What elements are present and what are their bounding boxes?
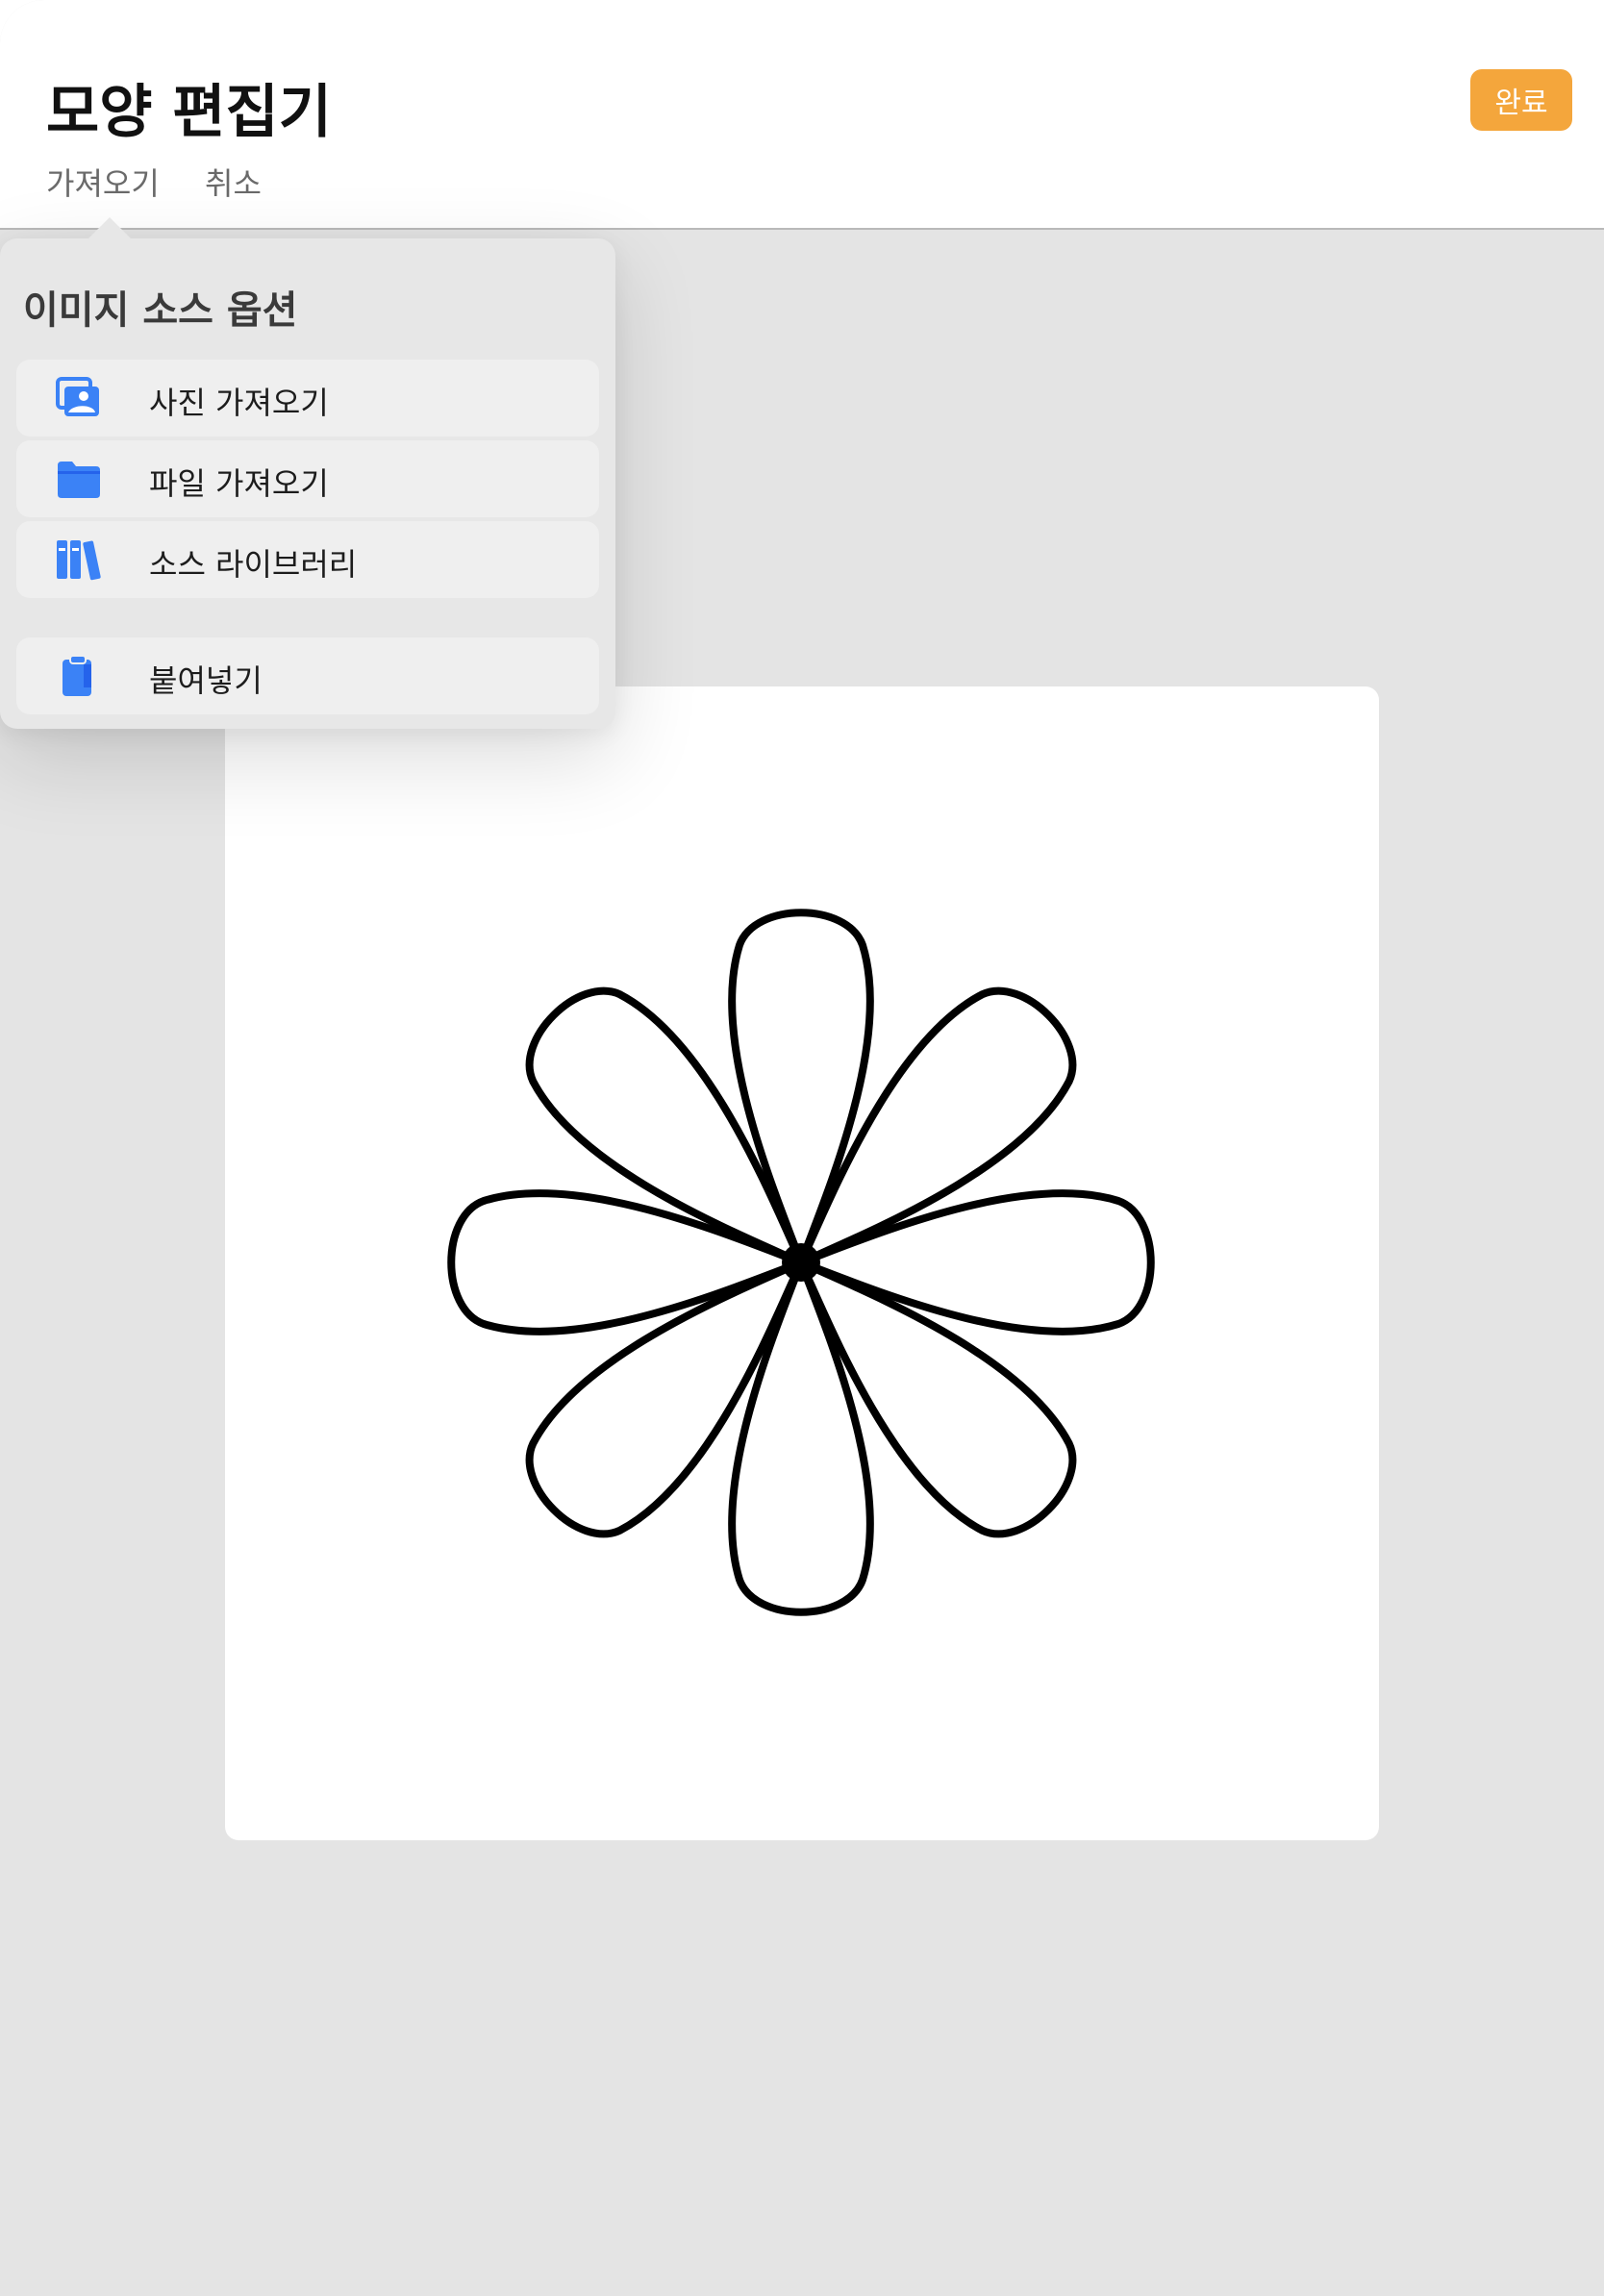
flower-petal (728, 1259, 874, 1616)
header: 모양 편집기 가져오기 취소 완료 (0, 0, 1604, 230)
editor-sheet: 모양 편집기 가져오기 취소 완료 이미지 소스 옵션 사진 가져오기 파일 가… (0, 0, 1604, 2296)
popover-title: 이미지 소스 옵션 (23, 288, 298, 333)
flower-center (782, 1243, 820, 1282)
source-library-label: 소스 라이브러리 (149, 546, 358, 583)
image-source-popover: 이미지 소스 옵션 사진 가져오기 파일 가져오기 소스 라이브러리 붙여넣기 (0, 238, 615, 729)
folder-icon (55, 458, 103, 500)
paste-item[interactable]: 붙여넣기 (16, 637, 599, 714)
done-button[interactable]: 완료 (1470, 69, 1572, 131)
import-files-label: 파일 가져오기 (149, 465, 329, 502)
import-photos-item[interactable]: 사진 가져오기 (16, 360, 599, 437)
import-link[interactable]: 가져오기 (46, 160, 160, 204)
flower-petal (728, 909, 874, 1266)
paste-label: 붙여넣기 (149, 662, 263, 699)
flower-petal (447, 1189, 805, 1335)
shape-canvas[interactable] (225, 686, 1379, 1840)
clipboard-icon (55, 655, 103, 697)
books-icon (55, 538, 103, 581)
flower-petal (797, 1189, 1155, 1335)
import-photos-label: 사진 가져오기 (149, 385, 329, 421)
import-files-item[interactable]: 파일 가져오기 (16, 440, 599, 517)
cancel-link[interactable]: 취소 (205, 160, 262, 204)
source-library-item[interactable]: 소스 라이브러리 (16, 521, 599, 598)
flower-shape (447, 909, 1155, 1616)
page-title: 모양 편집기 (46, 79, 332, 146)
photo-icon (55, 377, 103, 419)
popover-arrow (88, 217, 131, 238)
